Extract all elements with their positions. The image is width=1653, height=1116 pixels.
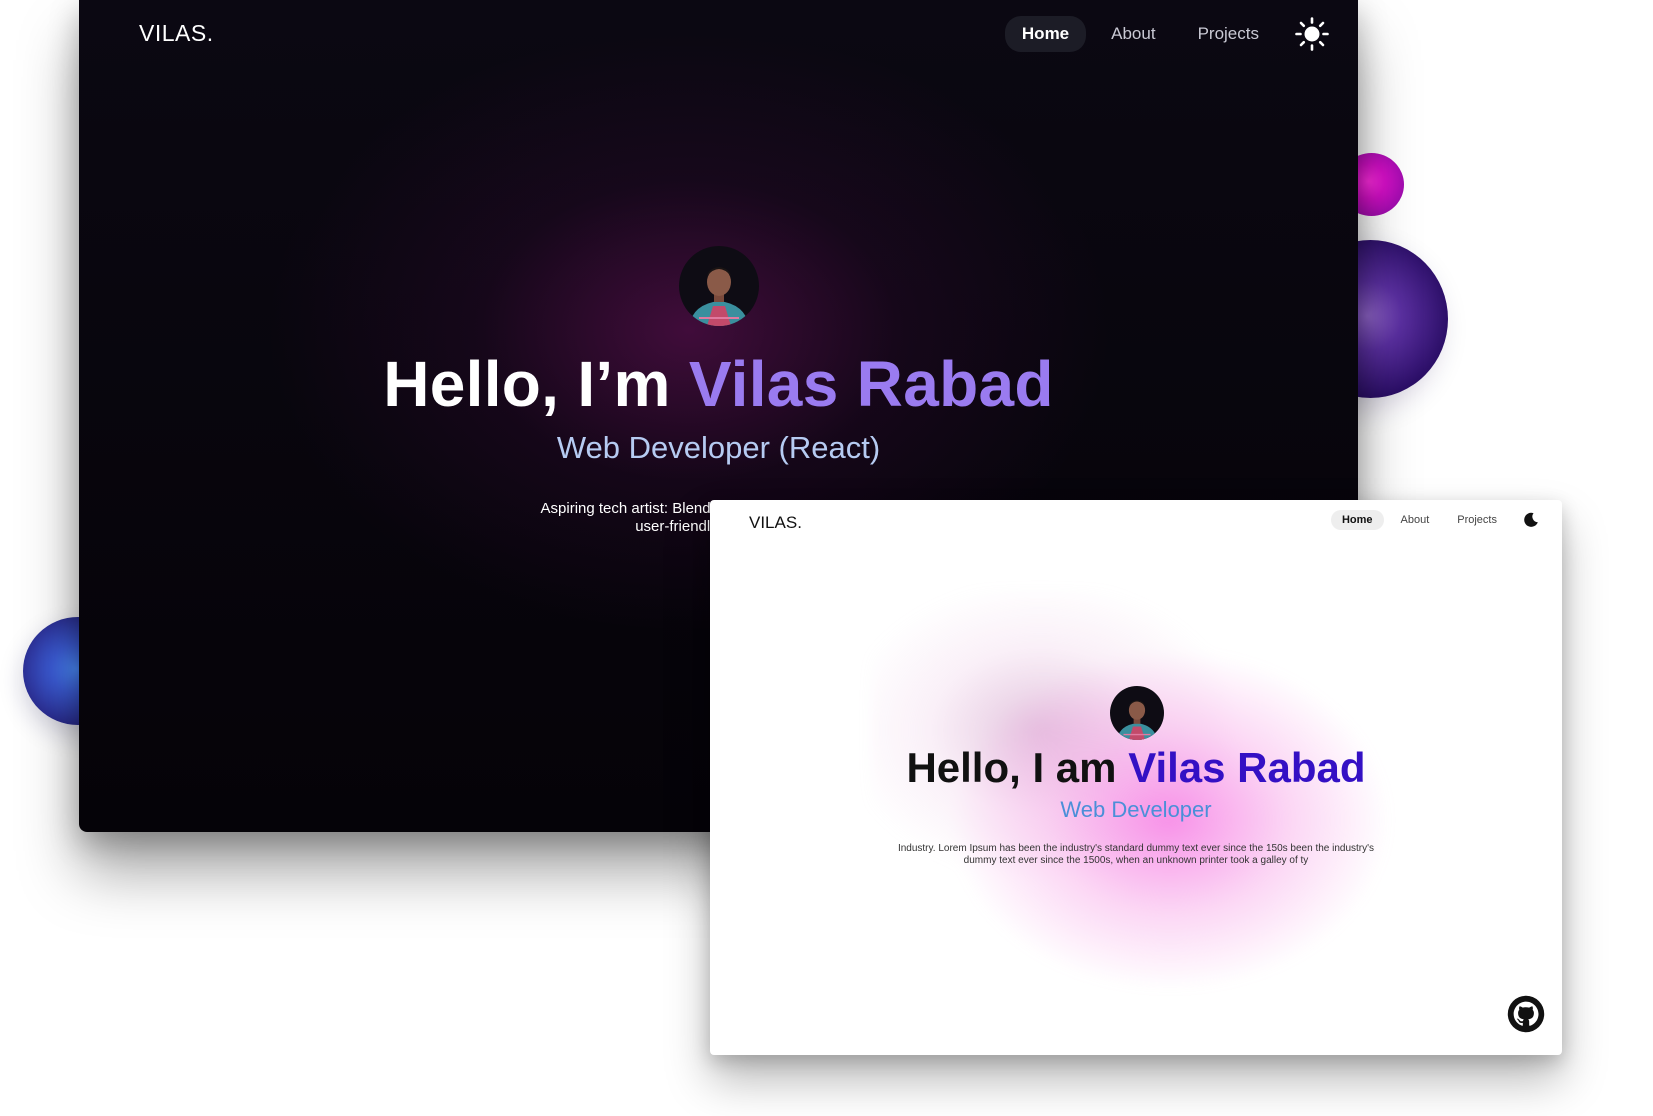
nav-projects[interactable]: Projects	[1446, 510, 1508, 530]
light-theme-window: VILAS. Home About Projects Hello, I am V…	[710, 500, 1562, 1055]
hero-greeting: Hello, I’m	[383, 348, 671, 420]
avatar	[679, 246, 759, 326]
nav-about[interactable]: About	[1390, 510, 1441, 530]
site-logo[interactable]: VILAS.	[139, 20, 214, 47]
sun-icon[interactable]	[1294, 16, 1330, 52]
hero-description: Industry. Lorem Ipsum has been the indus…	[860, 843, 1412, 867]
hero-subtitle: Web Developer	[1060, 797, 1212, 822]
site-logo[interactable]: VILAS.	[749, 513, 802, 533]
hero-description-line: Industry. Lorem Ipsum has been the indus…	[897, 843, 1375, 854]
nav-about[interactable]: About	[1094, 16, 1172, 52]
hero-subtitle: Web Developer (React)	[556, 430, 881, 465]
hero-name: Vilas Rabad	[1128, 744, 1366, 791]
hero-heading: Hello, I am Vilas Rabad	[710, 744, 1562, 792]
moon-icon[interactable]	[1522, 511, 1540, 529]
nav-home[interactable]: Home	[1330, 510, 1384, 530]
hero-greeting: Hello, I am	[906, 744, 1117, 791]
nav-home[interactable]: Home	[1004, 16, 1087, 52]
hero-description-line: dummy text ever since the 1500s, when an…	[963, 855, 1309, 866]
main-nav: Home About Projects	[1330, 510, 1540, 530]
hero-name: Vilas Rabad	[688, 348, 1054, 420]
github-icon[interactable]	[1507, 995, 1545, 1033]
main-nav: Home About Projects	[1004, 16, 1330, 52]
nav-projects[interactable]: Projects	[1181, 16, 1276, 52]
hero-heading: Hello, I’m Vilas Rabad	[79, 347, 1358, 421]
avatar	[1110, 686, 1164, 740]
